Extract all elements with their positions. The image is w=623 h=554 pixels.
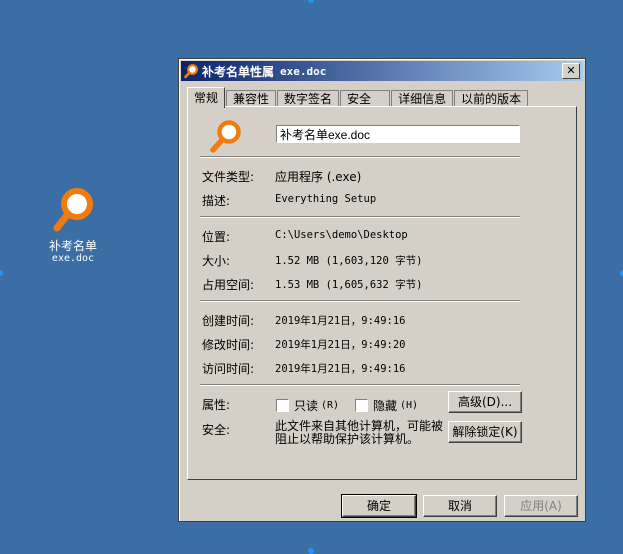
hidden-accel: (H) bbox=[400, 400, 419, 411]
tab-strip: 常规 兼容性 数字签名 安全 详细信息 以前的版本 bbox=[187, 87, 529, 108]
magnifier-icon bbox=[184, 64, 198, 79]
description-label: 描述: bbox=[202, 194, 231, 208]
security-label: 安全: bbox=[202, 423, 231, 437]
readonly-checkbox[interactable]: 只读 (R) bbox=[276, 397, 339, 414]
readonly-accel: (R) bbox=[321, 400, 340, 411]
readonly-label: 只读 bbox=[294, 399, 319, 413]
file-name-input[interactable] bbox=[276, 125, 520, 143]
hidden-label: 隐藏 bbox=[373, 399, 398, 413]
divider bbox=[200, 384, 520, 386]
modified-label: 修改时间: bbox=[202, 338, 255, 352]
title-bar[interactable]: 补考名单性属 exe.doc ✕ bbox=[181, 61, 583, 81]
tab-digital-signatures[interactable]: 数字签名 bbox=[277, 90, 340, 107]
ok-button[interactable]: 确定 bbox=[341, 494, 417, 518]
apply-button[interactable]: 应用(A) bbox=[504, 495, 578, 517]
checkbox-box[interactable] bbox=[276, 399, 289, 412]
created-label: 创建时间: bbox=[202, 314, 255, 328]
divider bbox=[200, 216, 520, 218]
desktop-file-icon[interactable]: 补考名单 exe.doc bbox=[42, 186, 104, 265]
hidden-checkbox[interactable]: 隐藏 (H) bbox=[355, 397, 418, 414]
tab-previous-versions[interactable]: 以前的版本 bbox=[454, 90, 529, 107]
divider bbox=[200, 300, 520, 302]
tab-security[interactable]: 安全 bbox=[340, 90, 391, 107]
tab-general[interactable]: 常规 bbox=[187, 87, 226, 108]
magnifier-icon bbox=[53, 188, 93, 232]
desktop-icon-label: 补考名单 bbox=[48, 239, 97, 253]
type-value: 应用程序 (.exe) bbox=[275, 170, 362, 184]
location-value: C:\Users\demo\Desktop bbox=[275, 229, 408, 241]
general-panel: 文件类型: 应用程序 (.exe) 描述: Everything Setup 位… bbox=[187, 106, 577, 480]
type-label: 文件类型: bbox=[202, 170, 255, 184]
size-on-disk-label: 占用空间: bbox=[202, 278, 255, 292]
location-label: 位置: bbox=[202, 230, 231, 244]
checkbox-box[interactable] bbox=[355, 399, 368, 412]
description-value: Everything Setup bbox=[275, 193, 377, 205]
cancel-button[interactable]: 取消 bbox=[423, 495, 497, 517]
divider bbox=[200, 156, 520, 158]
resize-handle-top[interactable] bbox=[308, 0, 314, 3]
unblock-button[interactable]: 解除锁定(K) bbox=[448, 421, 522, 443]
security-warning-text: 此文件来自其他计算机，可能被阻止以帮助保护该计算机。 bbox=[275, 419, 444, 446]
accessed-label: 访问时间: bbox=[202, 362, 255, 376]
properties-dialog: 补考名单性属 exe.doc ✕ 常规 兼容性 数字签名 安全 详细信息 以前的… bbox=[178, 58, 586, 522]
dialog-title-suffix: exe.doc bbox=[280, 64, 327, 78]
attributes-label: 属性: bbox=[202, 398, 231, 412]
desktop-icon-label-ext: exe.doc bbox=[51, 253, 95, 264]
created-value: 2019年1月21日，9:49:16 bbox=[275, 315, 406, 327]
resize-handle-bottom[interactable] bbox=[308, 548, 314, 554]
size-label: 大小: bbox=[202, 254, 231, 268]
dialog-title: 补考名单性属 bbox=[202, 64, 275, 79]
accessed-value: 2019年1月21日，9:49:16 bbox=[275, 363, 406, 375]
size-on-disk-value: 1.53 MB (1,605,632 字节) bbox=[275, 279, 423, 291]
tab-compatibility[interactable]: 兼容性 bbox=[226, 90, 277, 107]
close-button[interactable]: ✕ bbox=[562, 63, 580, 79]
tab-details[interactable]: 详细信息 bbox=[391, 90, 454, 107]
resize-handle-left[interactable] bbox=[0, 270, 3, 276]
advanced-button[interactable]: 高级(D)... bbox=[448, 391, 522, 413]
size-value: 1.52 MB (1,603,120 字节) bbox=[275, 255, 423, 267]
modified-value: 2019年1月21日，9:49:20 bbox=[275, 339, 406, 351]
magnifier-icon bbox=[210, 120, 241, 153]
